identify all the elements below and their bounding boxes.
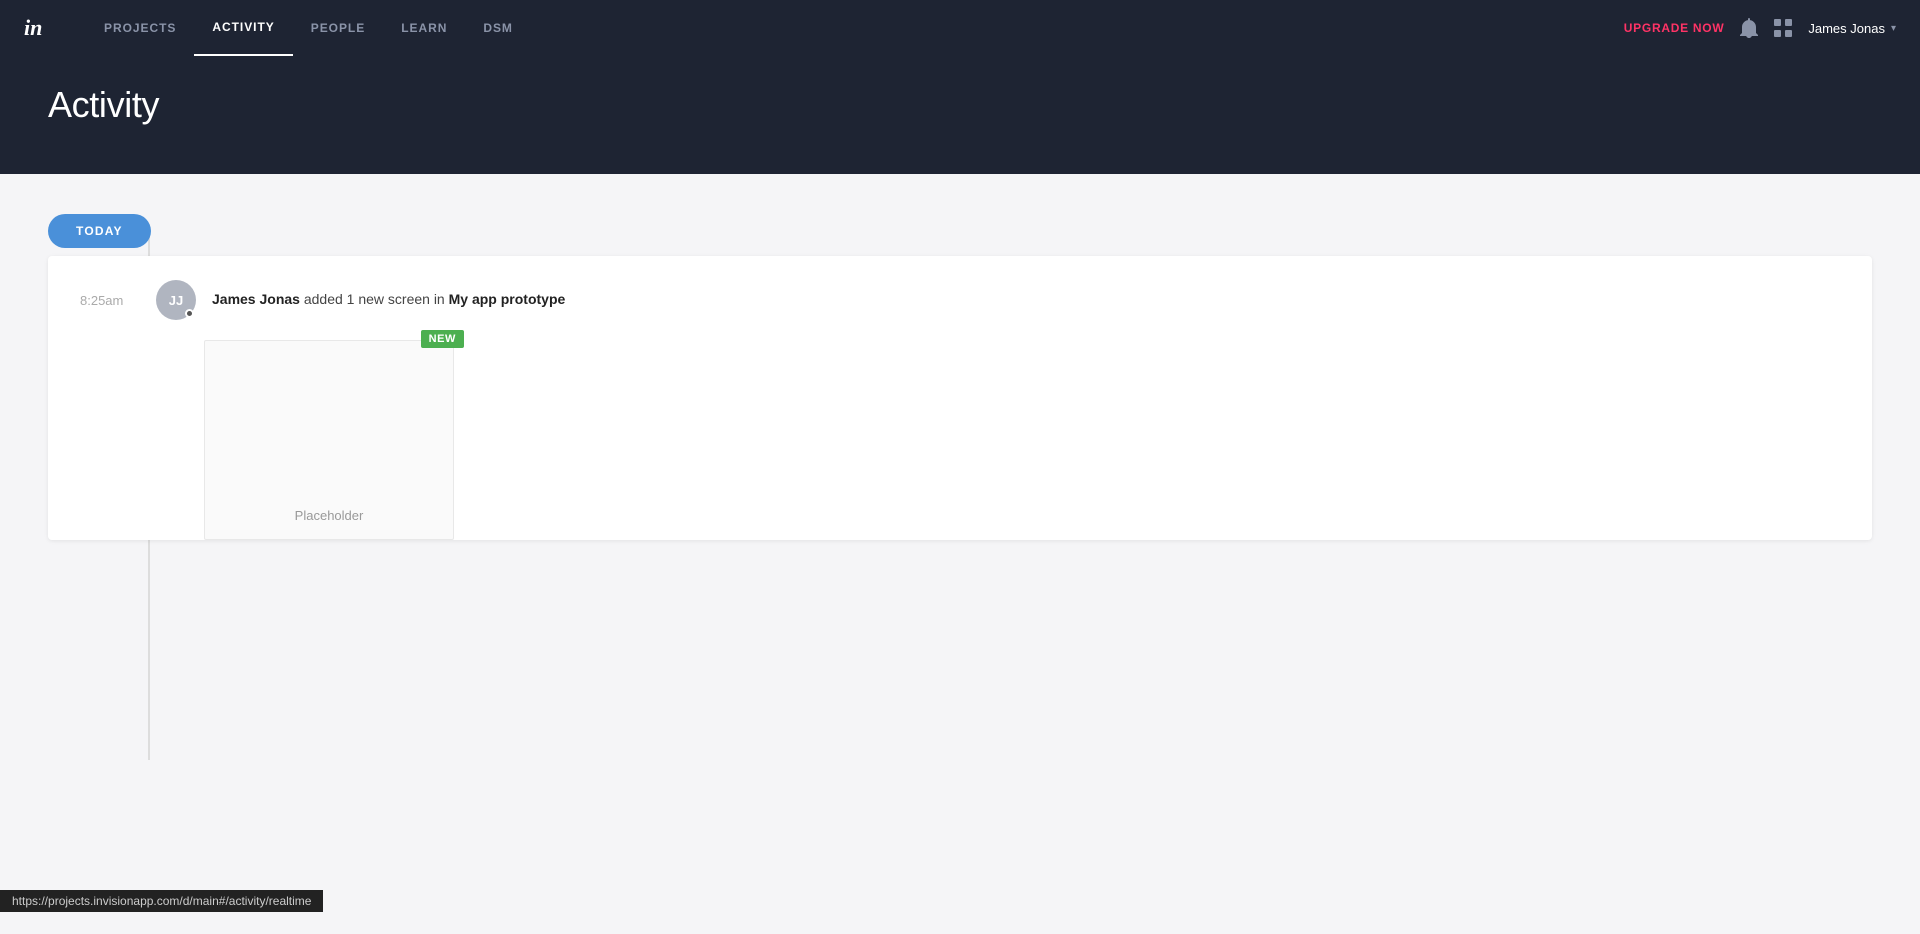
screen-label: Placeholder <box>295 508 364 523</box>
page-header: Activity <box>0 56 1920 174</box>
activity-section: 8:25am JJ James Jonas added 1 new screen… <box>48 256 1872 540</box>
activity-project-name: My app prototype <box>449 291 566 307</box>
screen-preview-area: NEW Placeholder <box>80 340 1840 540</box>
user-menu[interactable]: James Jonas ▾ <box>1808 21 1896 36</box>
screen-card[interactable]: NEW Placeholder <box>204 340 454 540</box>
activity-description: James Jonas added 1 new screen in My app… <box>212 290 565 310</box>
timeline-wrapper: TODAY 8:25am JJ James Jonas added 1 new … <box>48 214 1872 540</box>
grid-icon[interactable] <box>1774 19 1792 37</box>
logo[interactable]: in <box>24 17 54 39</box>
status-bar: https://projects.invisionapp.com/d/main#… <box>0 890 323 912</box>
activity-action: added 1 new screen in <box>300 291 449 307</box>
nav-projects[interactable]: PROJECTS <box>86 0 194 56</box>
nav-learn[interactable]: LEARN <box>383 0 465 56</box>
upgrade-button[interactable]: UPGRADE NOW <box>1624 21 1725 35</box>
nav-links: PROJECTS ACTIVITY PEOPLE LEARN DSM <box>86 0 1624 56</box>
user-name: James Jonas <box>1808 21 1885 36</box>
navbar: in PROJECTS ACTIVITY PEOPLE LEARN DSM UP… <box>0 0 1920 56</box>
content-area: TODAY 8:25am JJ James Jonas added 1 new … <box>0 174 1920 934</box>
activity-time: 8:25am <box>80 293 140 308</box>
nav-activity[interactable]: ACTIVITY <box>194 0 292 56</box>
page-title: Activity <box>48 84 1872 126</box>
activity-card: 8:25am JJ James Jonas added 1 new screen… <box>48 256 1872 540</box>
notification-icon[interactable] <box>1740 18 1758 38</box>
today-button[interactable]: TODAY <box>48 214 151 248</box>
status-url: https://projects.invisionapp.com/d/main#… <box>12 894 311 908</box>
svg-text:in: in <box>24 17 42 39</box>
new-badge: NEW <box>421 330 464 348</box>
avatar-status-dot <box>185 309 194 318</box>
screen-thumbnail[interactable]: Placeholder <box>204 340 454 540</box>
chevron-down-icon: ▾ <box>1891 23 1896 34</box>
activity-header: 8:25am JJ James Jonas added 1 new screen… <box>80 280 1840 320</box>
avatar: JJ <box>156 280 196 320</box>
activity-user-name: James Jonas <box>212 291 300 307</box>
nav-people[interactable]: PEOPLE <box>293 0 383 56</box>
nav-right: UPGRADE NOW James Jonas ▾ <box>1624 18 1896 38</box>
nav-dsm[interactable]: DSM <box>465 0 531 56</box>
